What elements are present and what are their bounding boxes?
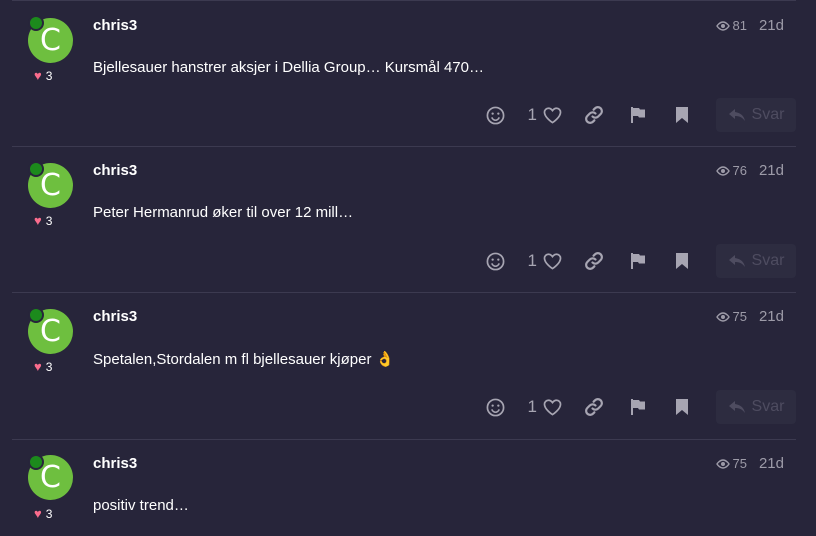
online-indicator [28,454,44,470]
eye-icon [715,20,730,31]
post-body: positiv trend… [93,497,189,514]
bookmark-icon [675,252,689,270]
post: C ♥ 3 chris3 76 21d Peter Hermanrud øker… [12,146,796,293]
post: C ♥ 3 chris3 75 21d positiv trend… [12,439,796,536]
post-age[interactable]: 21d [759,17,784,34]
copy-link-button[interactable] [572,98,616,132]
flag-button[interactable] [616,98,660,132]
flag-icon [629,398,647,416]
smiley-icon [486,252,505,271]
post-meta: 81 21d [715,17,784,34]
view-count: 75 [732,309,747,324]
post-like-count: 1 [527,397,537,416]
reply-button[interactable]: Svar [716,98,796,132]
eye-icon [715,165,730,176]
reply-label: Svar [751,106,785,123]
reply-button[interactable]: Svar [716,390,796,424]
bookmark-button[interactable] [660,98,704,132]
reply-arrow-icon [728,108,746,122]
post-age[interactable]: 21d [759,162,784,179]
flag-button[interactable] [616,244,660,278]
online-indicator [28,15,44,31]
reaction-button[interactable] [474,390,518,424]
post: C ♥ 3 chris3 81 21d Bjellesauer hanstrer… [12,0,796,147]
link-icon [584,251,604,271]
post-actions: 1 Svar [474,98,796,132]
views: 81 [715,18,747,33]
user-like-count: 3 [45,68,53,83]
reply-label: Svar [751,398,785,415]
bookmark-button[interactable] [660,390,704,424]
post-meta: 76 21d [715,162,784,179]
post-meta: 75 21d [715,308,784,325]
reply-arrow-icon [728,254,746,268]
link-icon [584,105,604,125]
online-indicator [28,307,44,323]
post-actions: 1 Svar [474,244,796,278]
username[interactable]: chris3 [93,17,137,34]
bookmark-icon [675,106,689,124]
post: C ♥ 3 chris3 75 21d Spetalen,Stordalen m… [12,292,796,440]
post-actions: 1 Svar [474,390,796,424]
user-like-count: 3 [45,506,53,521]
views: 76 [715,163,747,178]
copy-link-button[interactable] [572,390,616,424]
like-button[interactable]: 1 [518,98,572,132]
smiley-icon [486,398,505,417]
post-body: Spetalen,Stordalen m fl bjellesauer kjøp… [93,351,395,368]
views: 75 [715,309,747,324]
flag-icon [629,252,647,270]
flag-button[interactable] [616,390,660,424]
smiley-icon [486,106,505,125]
username[interactable]: chris3 [93,455,137,472]
username[interactable]: chris3 [93,162,137,179]
heart-outline-icon [543,398,562,416]
copy-link-button[interactable] [572,244,616,278]
heart-icon: ♥ [34,68,42,83]
reply-label: Svar [751,252,785,269]
post-age[interactable]: 21d [759,308,784,325]
username[interactable]: chris3 [93,308,137,325]
user-likes: ♥ 3 [34,506,52,521]
reply-arrow-icon [728,400,746,414]
user-likes: ♥ 3 [34,68,52,83]
bookmark-icon [675,398,689,416]
views: 75 [715,456,747,471]
view-count: 76 [732,163,747,178]
eye-icon [715,311,730,322]
heart-outline-icon [543,252,562,270]
reaction-button[interactable] [474,244,518,278]
post-like-count: 1 [527,251,537,270]
post-age[interactable]: 21d [759,455,784,472]
reply-button[interactable]: Svar [716,244,796,278]
bookmark-button[interactable] [660,244,704,278]
eye-icon [715,458,730,469]
view-count: 81 [732,18,747,33]
heart-icon: ♥ [34,213,42,228]
user-like-count: 3 [45,359,53,374]
heart-icon: ♥ [34,506,42,521]
like-button[interactable]: 1 [518,390,572,424]
heart-icon: ♥ [34,359,42,374]
like-button[interactable]: 1 [518,244,572,278]
link-icon [584,397,604,417]
flag-icon [629,106,647,124]
user-likes: ♥ 3 [34,359,52,374]
user-like-count: 3 [45,213,53,228]
view-count: 75 [732,456,747,471]
heart-outline-icon [543,106,562,124]
online-indicator [28,161,44,177]
user-likes: ♥ 3 [34,213,52,228]
post-like-count: 1 [527,105,537,124]
post-body: Bjellesauer hanstrer aksjer i Dellia Gro… [93,59,484,76]
post-meta: 75 21d [715,455,784,472]
reaction-button[interactable] [474,98,518,132]
post-body: Peter Hermanrud øker til over 12 mill… [93,204,354,221]
